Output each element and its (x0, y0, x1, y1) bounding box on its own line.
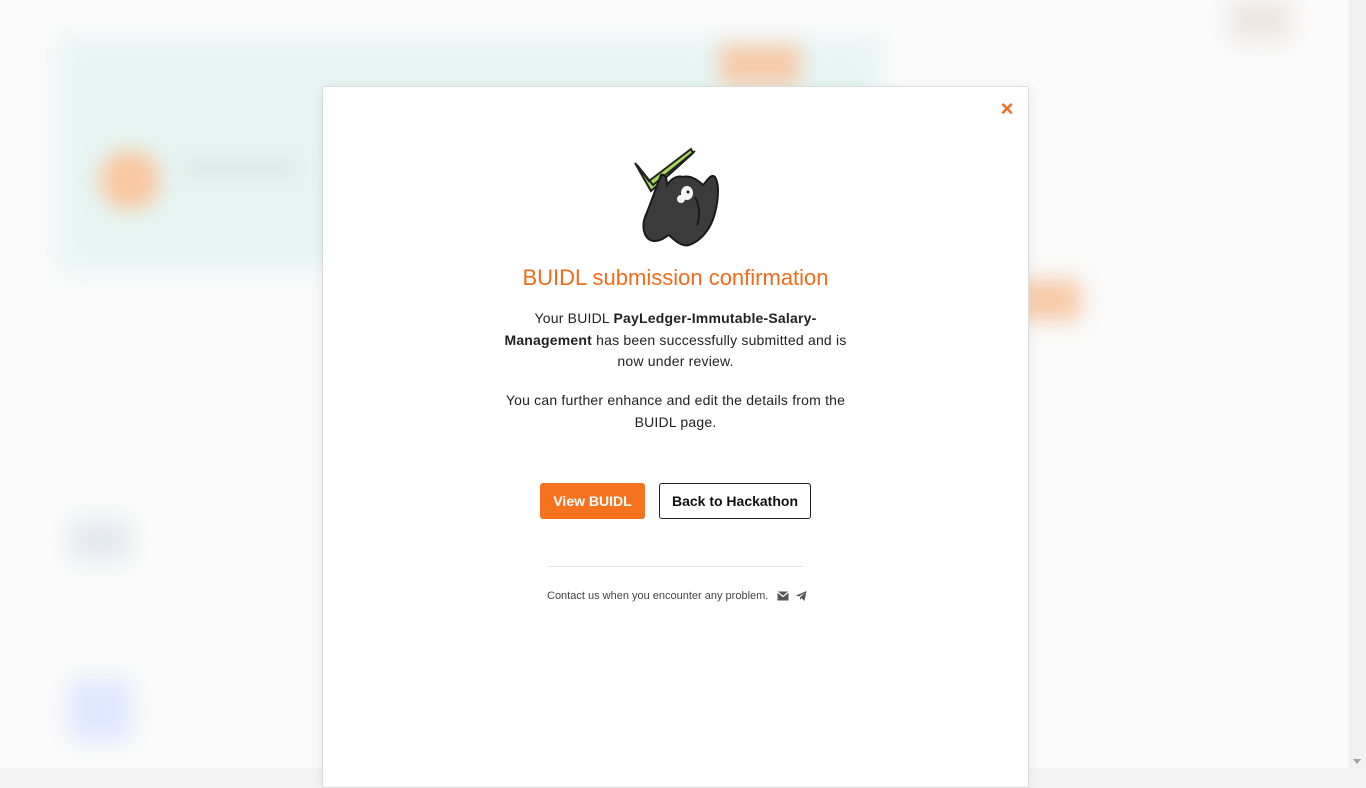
submission-confirmation-modal: × BUIDL submission confirmation Your BUI… (322, 86, 1029, 788)
blurred-card (70, 680, 130, 740)
contact-row: Contact us when you encounter any proble… (547, 588, 817, 604)
mail-icon[interactable] (777, 591, 790, 601)
blurred-heading (180, 160, 300, 176)
blurred-banner-accent (720, 45, 800, 85)
page-scrollbar[interactable] (1349, 0, 1366, 768)
blurred-profile (1230, 0, 1290, 40)
back-to-hackathon-button[interactable]: Back to Hackathon (659, 483, 811, 519)
submission-description: Your BUIDL PayLedger-Immutable-Salary-Ma… (503, 308, 848, 373)
scroll-down-arrow[interactable] (1353, 759, 1361, 764)
description-prefix: Your BUIDL (534, 310, 614, 326)
blurred-avatar (70, 520, 130, 560)
cat-checkmark-illustration (634, 147, 719, 247)
blurred-logo (100, 150, 160, 210)
description-suffix: has been successfully submitted and is n… (592, 331, 847, 370)
modal-title: BUIDL submission confirmation (522, 265, 829, 290)
telegram-icon[interactable] (796, 591, 807, 601)
view-buidl-button[interactable]: View BUIDL (540, 483, 645, 519)
contact-text: Contact us when you encounter any proble… (547, 590, 769, 602)
divider (548, 566, 803, 567)
blurred-side-button (1020, 280, 1080, 320)
close-icon[interactable]: × (997, 98, 1017, 120)
edit-hint-text: You can further enhance and edit the det… (505, 392, 846, 430)
